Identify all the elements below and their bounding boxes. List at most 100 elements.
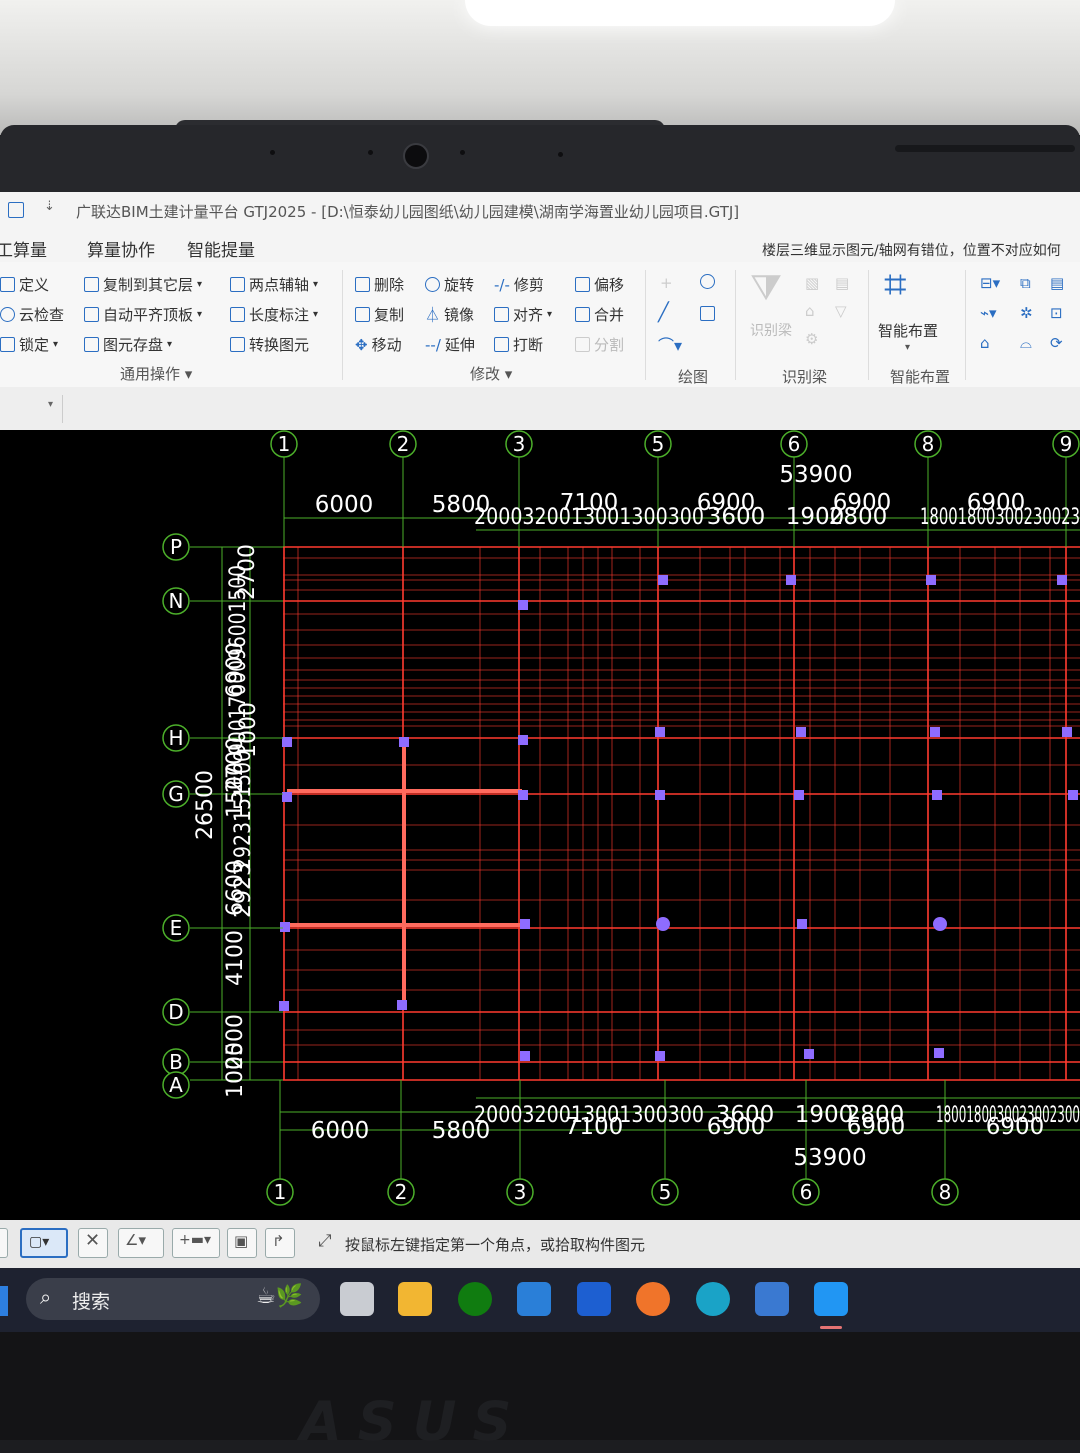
circle-draw-icon[interactable] <box>700 274 715 289</box>
file-explorer-icon[interactable] <box>398 1282 432 1316</box>
taskbar: ⌕ 搜索 ☕🌿 <box>0 1268 1080 1332</box>
xbox-icon[interactable] <box>458 1282 492 1316</box>
column <box>1062 727 1072 737</box>
align-button[interactable]: 对齐 ▾ <box>494 304 552 325</box>
view-button[interactable]: ▣ <box>227 1228 257 1258</box>
angle-button[interactable]: ∠▾ <box>118 1228 164 1258</box>
merge-icon <box>575 307 590 322</box>
tool-icon[interactable]: ⌁▾ <box>980 304 997 322</box>
start-button[interactable] <box>0 1286 8 1316</box>
offset-input-icon: +▬▾ <box>179 1232 211 1248</box>
app-icon[interactable] <box>8 202 24 218</box>
line-draw-icon[interactable]: ╱ <box>658 302 669 323</box>
menu-item-collab[interactable]: 算量协作 <box>87 236 155 261</box>
gtj-app-icon[interactable] <box>814 1282 848 1316</box>
identify-tool-icon[interactable]: ▧ <box>805 274 819 292</box>
group-general-label[interactable]: 通用操作 ▾ <box>120 363 192 384</box>
delete-button[interactable]: 删除 <box>355 274 404 295</box>
search-label: 搜索 <box>72 1291 111 1313</box>
define-button[interactable]: 定义 <box>0 274 49 295</box>
rotate-button[interactable]: 旋转 <box>425 274 474 295</box>
webcam <box>403 143 429 169</box>
task-view-icon[interactable] <box>340 1282 374 1316</box>
dimension-label: 2923 <box>231 862 256 918</box>
identify-beam-icon[interactable]: ⧩ <box>750 268 782 310</box>
tool-button[interactable] <box>0 1228 8 1258</box>
trim-button[interactable]: -/- 修剪 <box>494 274 544 295</box>
extend-button[interactable]: --/延伸 <box>425 334 475 355</box>
search-highlight-icon: ☕🌿 <box>256 1284 304 1309</box>
copy-button[interactable]: 复制 <box>355 304 404 325</box>
rect-draw-icon[interactable] <box>700 306 715 321</box>
split-button[interactable]: 分割 <box>575 334 624 355</box>
search-icon: ⌕ <box>40 1285 52 1309</box>
tool-icon[interactable]: ⧉ <box>1020 274 1031 292</box>
tool-icon[interactable]: ⌂ <box>980 334 990 352</box>
tool-icon[interactable]: ▤ <box>1050 274 1064 292</box>
identify-tool-icon[interactable]: ▽ <box>835 302 847 320</box>
menu-item-calc[interactable]: 工算量 <box>0 236 47 261</box>
menu-item-smart[interactable]: 智能提量 <box>187 236 255 261</box>
app-icon[interactable] <box>577 1282 611 1316</box>
tool-icon[interactable]: ⊟▾ <box>980 274 1000 292</box>
break-button[interactable]: 打断 <box>494 334 543 355</box>
axis-label: P <box>170 535 182 559</box>
move-icon: ✥ <box>355 335 368 354</box>
arc-tool-button[interactable]: ↱ <box>265 1228 295 1258</box>
firefox-icon[interactable] <box>636 1282 670 1316</box>
axis-label: 5 <box>652 432 665 456</box>
tool-icon[interactable]: ⊡ <box>1050 304 1063 322</box>
move-button[interactable]: ✥ 移动 <box>355 334 402 355</box>
mirror-button[interactable]: ⏃ 镜像 <box>425 304 474 325</box>
length-dim-button[interactable]: 长度标注 ▾ <box>230 304 318 325</box>
smart-layout-button[interactable]: 智能布置 <box>878 320 938 341</box>
group-modify-label[interactable]: 修改 ▾ <box>470 363 512 384</box>
tool-icon[interactable]: ✲ <box>1020 304 1033 322</box>
offset-button[interactable]: 偏移 <box>575 274 624 295</box>
two-point-axis-button[interactable]: 两点辅轴 ▾ <box>230 274 318 295</box>
axis-label: N <box>169 589 184 613</box>
arc-draw-icon[interactable]: ⌒▾ <box>658 332 682 356</box>
offset-input-button[interactable]: +▬▾ <box>172 1228 220 1258</box>
cross-select-button[interactable]: ✕ <box>78 1228 108 1258</box>
tool-icon[interactable]: ⟳ <box>1050 334 1063 352</box>
quick-access-dropdown-icon[interactable]: ⇣ <box>44 199 55 214</box>
taskbar-search[interactable]: ⌕ 搜索 ☕🌿 <box>26 1278 320 1320</box>
edge-icon[interactable] <box>696 1282 730 1316</box>
dropdown-arrow-icon[interactable]: ▾ <box>905 342 910 353</box>
column <box>518 735 528 745</box>
drawing-canvas[interactable]: 1 2 3 5 6 8 9 1 2 3 5 6 8 P N H G E D B A 53900 6000 5800 200032… <box>0 430 1080 1220</box>
column <box>786 575 796 585</box>
cross-icon: ✕ <box>85 1230 101 1251</box>
lock-button[interactable]: 锁定 ▾ <box>0 334 58 355</box>
help-notice[interactable]: 楼层三维显示图元/轴网有错位，位置不对应如何 <box>762 240 1061 260</box>
identify-tool-icon[interactable]: ▤ <box>835 274 849 292</box>
cad-drawing[interactable]: 1 2 3 5 6 8 91 2 3 5 6 8PNHGEDBA539006000 5800200032… <box>0 430 1080 1220</box>
column <box>399 737 409 747</box>
dimension-label: 3600 <box>707 504 766 530</box>
column <box>797 919 807 929</box>
laptop-bottom-bezel <box>0 1332 1080 1440</box>
identify-beam-button[interactable]: 识别梁 <box>750 320 792 340</box>
convert-element-button[interactable]: 转换图元 <box>230 334 309 355</box>
identify-tool-icon[interactable]: ⚙ <box>805 330 818 348</box>
identify-tool-icon[interactable]: ⌂ <box>805 302 815 320</box>
layer-dropdown-icon[interactable]: ▾ <box>48 399 53 410</box>
cloud-check-button[interactable]: 云检查 <box>0 304 64 325</box>
save-element-button[interactable]: 图元存盘 ▾ <box>84 334 172 355</box>
smart-layout-icon[interactable]: ⌗ <box>884 262 907 308</box>
point-draw-icon[interactable]: + <box>660 274 673 292</box>
split-icon <box>575 337 590 352</box>
tool-icon[interactable]: ⌓ <box>1020 334 1032 352</box>
total-dimension-label: 26500 <box>193 770 218 840</box>
lock-icon <box>0 337 15 352</box>
select-mode-button[interactable]: ▢▾ <box>20 1228 68 1258</box>
auto-flush-button[interactable]: 自动平齐顶板 ▾ <box>84 304 202 325</box>
column <box>794 790 804 800</box>
mail-icon[interactable] <box>517 1282 551 1316</box>
cad-app-icon[interactable] <box>755 1282 789 1316</box>
bezel-sensor <box>368 150 373 155</box>
merge-button[interactable]: 合并 <box>575 304 624 325</box>
axis-label: 1 <box>278 432 291 456</box>
copy-to-layer-button[interactable]: 复制到其它层 ▾ <box>84 274 202 295</box>
